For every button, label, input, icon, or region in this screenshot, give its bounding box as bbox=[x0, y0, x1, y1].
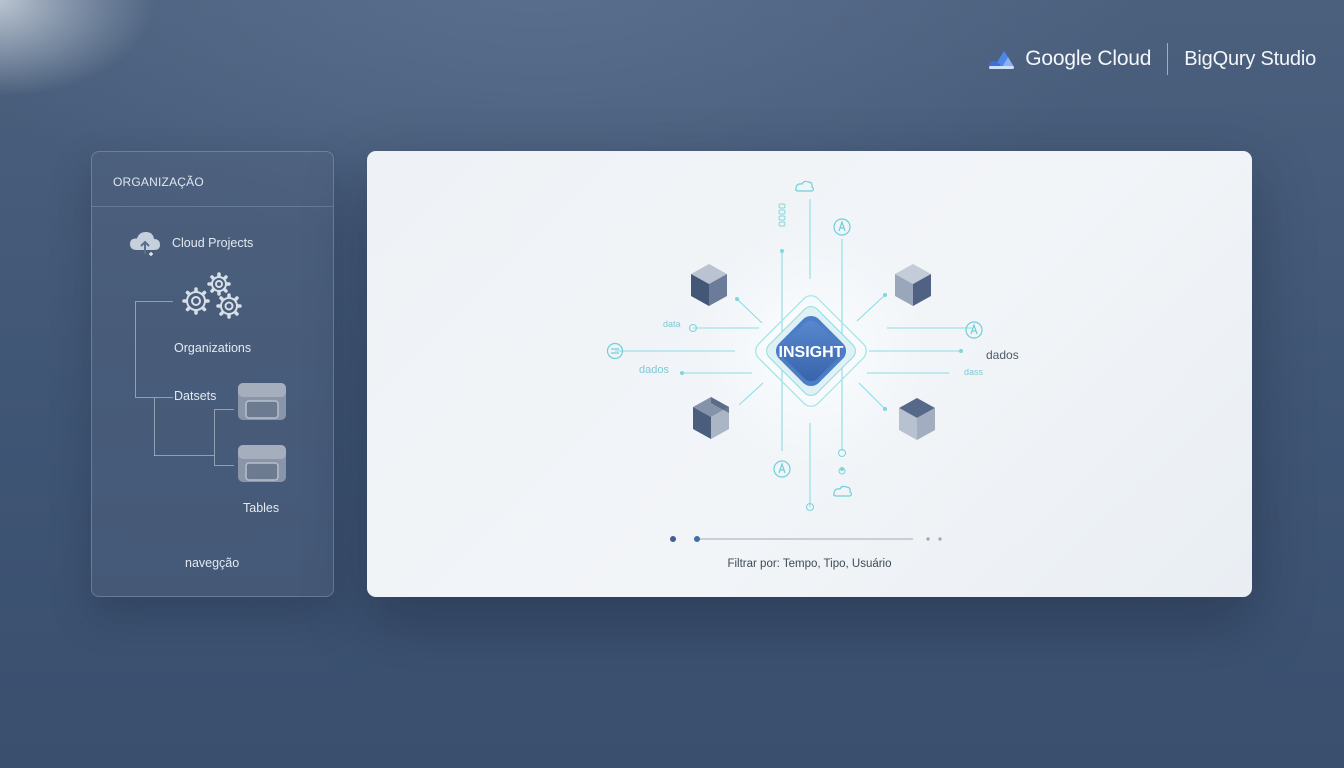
insight-network-diagram: data dados dados dass INSIGHT bbox=[606, 180, 1019, 542]
sidebar-header: ORGANIZAÇÃO bbox=[92, 152, 333, 207]
node-label-left-upper: data bbox=[663, 319, 681, 329]
sidebar-footer-label: navegção bbox=[185, 556, 240, 570]
sidebar-item-tables[interactable]: Tables bbox=[243, 501, 279, 515]
tree-line bbox=[135, 301, 173, 398]
sidebar-item-cloud-projects[interactable]: Cloud Projects bbox=[172, 236, 253, 250]
timeline-start-dot[interactable] bbox=[670, 536, 676, 542]
timeline-handle[interactable] bbox=[694, 536, 700, 542]
cloud-upload-icon bbox=[130, 232, 160, 256]
tree-line bbox=[154, 455, 214, 456]
gears-icon bbox=[182, 272, 242, 319]
table-box-icon bbox=[238, 445, 286, 482]
brand-name: Google Cloud bbox=[1025, 47, 1152, 70]
google-cloud-logo-icon bbox=[989, 51, 1015, 69]
insight-card: data dados dados dass INSIGHT Filtrar po… bbox=[367, 151, 1252, 597]
brand-header: Google Cloud BigQury Studio bbox=[987, 42, 1316, 76]
sidebar: ORGANIZAÇÃO Cloud Projects Organizations… bbox=[91, 151, 334, 597]
brand-divider bbox=[1167, 43, 1169, 75]
node-label-right-lower: dass bbox=[964, 367, 984, 377]
product-name: BigQury Studio bbox=[1184, 47, 1316, 70]
filter-label[interactable]: Filtrar por: Tempo, Tipo, Usuário bbox=[367, 558, 1252, 570]
sidebar-item-datasets[interactable]: Datsets bbox=[174, 389, 216, 403]
node-label-left-lower: dados bbox=[639, 364, 669, 376]
sidebar-item-organizations[interactable]: Organizations bbox=[174, 341, 251, 355]
timeline-slider[interactable] bbox=[670, 536, 942, 542]
dataset-box-icon bbox=[238, 383, 286, 420]
node-label-right-upper: dados bbox=[986, 348, 1019, 362]
insight-label: INSIGHT bbox=[779, 344, 844, 361]
tree-line bbox=[214, 409, 234, 466]
tree-line bbox=[154, 398, 155, 456]
